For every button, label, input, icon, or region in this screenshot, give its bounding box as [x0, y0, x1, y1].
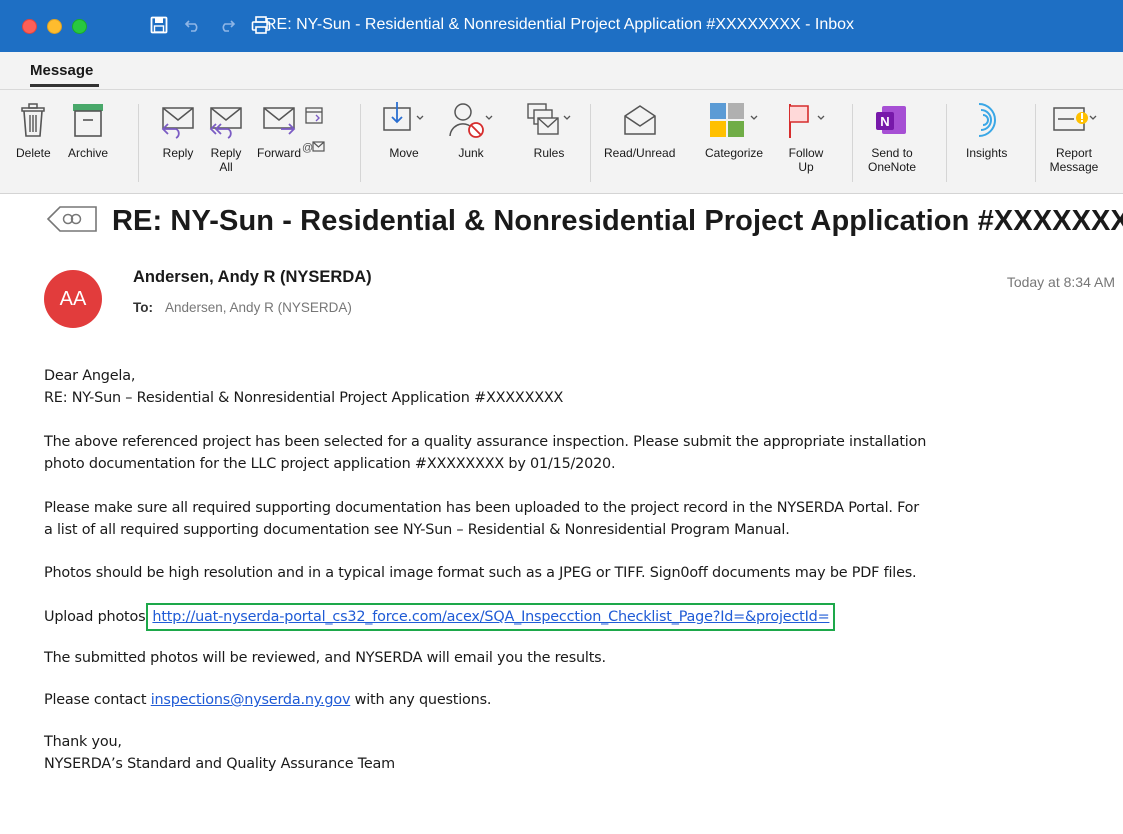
recipient-row: To: Andersen, Andy R (NYSERDA) [133, 300, 352, 315]
contact-post: with any questions. [350, 692, 492, 708]
reply-with-meeting-button[interactable]: @ [302, 106, 326, 154]
upload-photos-link[interactable]: http://uat-nyserda-portal_cs32_force.com… [152, 609, 829, 625]
flag-icon [789, 104, 825, 138]
open-envelope-icon [623, 105, 656, 135]
subject-row: RE: NY-Sun - Residential & Nonresidentia… [46, 205, 1123, 238]
archive-icon [73, 104, 103, 137]
move-folder-icon [383, 102, 424, 131]
follow-up-button[interactable]: Follow Up [782, 100, 830, 174]
email-subject: RE: NY-Sun - Residential & Nonresidentia… [112, 205, 1123, 237]
delete-button[interactable]: Delete [16, 100, 51, 160]
close-window-button[interactable] [22, 19, 37, 34]
paragraph-3: Photos should be high resolution and in … [44, 565, 917, 581]
trash-icon [21, 103, 46, 137]
send-to-onenote-button[interactable]: N Send to OneNote [868, 100, 916, 174]
reply-button[interactable]: Reply [158, 100, 198, 160]
junk-icon [449, 103, 493, 138]
categorize-icon [710, 103, 758, 137]
paragraph-1-line-2: photo documentation for the LLC project … [44, 456, 616, 472]
upload-label: Upload photos [44, 609, 146, 625]
onenote-icon: N [876, 106, 907, 134]
archive-button[interactable]: Archive [68, 100, 108, 160]
undo-icon[interactable] [182, 14, 204, 36]
save-icon[interactable] [148, 14, 170, 36]
tag-icon[interactable] [46, 205, 98, 238]
minimize-window-button[interactable] [47, 19, 62, 34]
attach-icon: @ [302, 140, 326, 154]
ribbon-separator [852, 104, 853, 182]
active-tab-indicator [30, 84, 99, 87]
contact-pre: Please contact [44, 692, 151, 708]
title-bar: RE: NY-Sun - Residential & Nonresidentia… [0, 0, 1123, 52]
categorize-button[interactable]: Categorize [705, 100, 763, 160]
rules-icon [527, 103, 571, 135]
ribbon: Message Delete Archive Reply Reply All F… [0, 52, 1123, 194]
recipient-name[interactable]: Andersen, Andy R (NYSERDA) [165, 300, 352, 315]
signature: NYSERDA’s Standard and Quality Assurance… [44, 756, 395, 772]
closing: Thank you, [44, 734, 122, 750]
sender-avatar[interactable]: AA [44, 270, 102, 328]
ribbon-separator [946, 104, 947, 182]
ribbon-separator [1035, 104, 1036, 182]
zoom-window-button[interactable] [72, 19, 87, 34]
report-message-icon [1053, 107, 1097, 131]
re-line: RE: NY-Sun – Residential & Nonresidentia… [44, 390, 564, 406]
ribbon-separator [360, 104, 361, 182]
inspections-email-link[interactable]: inspections@nyserda.ny.gov [151, 692, 351, 708]
greeting: Dear Angela, [44, 368, 136, 384]
svg-text:@: @ [302, 142, 313, 154]
calendar-reply-icon [305, 107, 323, 124]
insights-button[interactable]: Insights [966, 100, 1007, 160]
forward-button[interactable]: Forward [257, 100, 301, 160]
insights-icon [978, 103, 996, 137]
received-time: Today at 8:34 AM [1006, 274, 1115, 290]
ribbon-separator [138, 104, 139, 182]
move-button[interactable]: Move [380, 100, 428, 160]
highlighted-link-box: http://uat-nyserda-portal_cs32_force.com… [146, 603, 836, 631]
contact-line: Please contact inspections@nyserda.ny.go… [44, 689, 491, 711]
window-title: RE: NY-Sun - Residential & Nonresidentia… [265, 16, 855, 33]
ribbon-divider [0, 89, 1123, 90]
ribbon-separator [590, 104, 591, 182]
reply-all-button[interactable]: Reply All [206, 100, 246, 174]
to-label: To: [133, 300, 153, 315]
paragraph-2-line-2: a list of all required supporting docume… [44, 522, 790, 538]
upload-photos-row: Upload photos http://uat-nyserda-portal_c… [44, 603, 836, 631]
junk-button[interactable]: Junk [446, 100, 496, 160]
svg-text:N: N [880, 114, 889, 129]
reply-all-icon [209, 107, 242, 139]
report-message-button[interactable]: Report Message [1048, 100, 1100, 174]
paragraph-5: The submitted photos will be reviewed, a… [44, 650, 606, 666]
paragraph-2-line-1: Please make sure all required supporting… [44, 500, 919, 516]
rules-button[interactable]: Rules [524, 100, 574, 160]
paragraph-1-line-1: The above referenced project has been se… [44, 434, 927, 450]
reply-icon [161, 107, 194, 139]
read-unread-button[interactable]: Read/Unread [604, 100, 675, 160]
tab-message[interactable]: Message [30, 62, 93, 79]
redo-icon[interactable] [216, 14, 238, 36]
forward-icon [263, 107, 296, 135]
sender-name[interactable]: Andersen, Andy R (NYSERDA) [133, 268, 372, 287]
